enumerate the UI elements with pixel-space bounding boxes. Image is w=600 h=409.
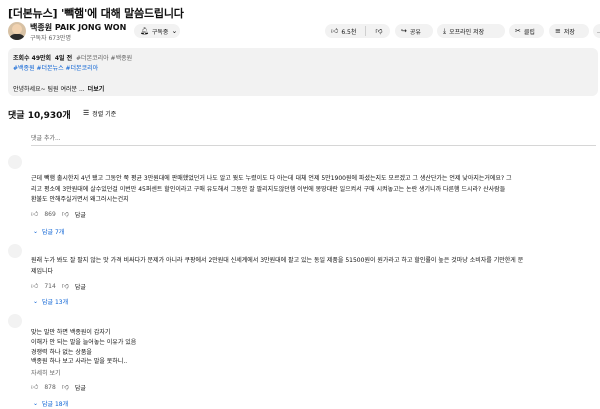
more-actions-button[interactable]: …: [593, 24, 600, 38]
comment-text: 근데 빽햄 출시한지 4년 됐고 그동안 쭉 평균 3만원대에 판매했었던거 나…: [31, 174, 591, 206]
thumbs-down-icon[interactable]: 👎︎: [62, 384, 69, 391]
playlist-add-icon: ≡: [555, 26, 561, 35]
replies-label: 답글 18개: [42, 401, 69, 408]
upload-age: 4일 전: [54, 55, 73, 62]
replies-label: 답글 13개: [42, 299, 69, 306]
thumbs-down-icon[interactable]: 👎︎: [62, 283, 69, 290]
chevron-down-icon: ⌄: [33, 400, 39, 407]
see-more-link[interactable]: 자세히 보기: [31, 368, 61, 377]
reply-button[interactable]: 답글: [75, 383, 86, 392]
comment-actions: 👍︎ 714 👎︎ 답글: [31, 282, 86, 292]
share-button[interactable]: ↪ 공유: [395, 24, 433, 38]
replies-label: 답글 7개: [42, 229, 65, 236]
comment-text: 맞는 말만 하면 백종원이 갑자기 이해가 안 되는 말을 늘어놓는 이유가 있…: [31, 328, 591, 367]
view-replies-button[interactable]: ⌄ 답글 13개: [33, 297, 68, 306]
video-title: [더본뉴스] '빽햄'에 대해 말씀드립니다: [8, 7, 184, 20]
like-count: 6.5천: [341, 28, 357, 36]
thumbs-down-icon: 👎︎: [375, 26, 383, 35]
comment-count: 댓글 10,930개: [8, 111, 71, 121]
comment-avatar[interactable]: [8, 155, 22, 169]
thumbs-up-icon: 👍︎: [331, 26, 339, 35]
comment-line: 이해가 안 되는 말을 늘어놓는 이유가 있음: [31, 338, 137, 346]
comment-actions: 👍︎ 878 👎︎ 답글: [31, 383, 86, 393]
sort-button[interactable]: ☰ 정렬 기준: [83, 109, 117, 119]
save-button[interactable]: ≡ 저장: [549, 24, 589, 38]
chevron-down-icon: ⌄: [33, 298, 39, 305]
like-divider: [365, 26, 367, 36]
offline-label: 오프라인 저장: [449, 28, 485, 36]
offline-save-button[interactable]: ⤓ 오프라인 저장: [437, 24, 505, 38]
comment-avatar[interactable]: [8, 314, 22, 328]
description-text: 안녕하세요~ 팀원 여러분 ... 더보기: [13, 84, 104, 93]
subscribe-button[interactable]: 🔔︎ 구독중 ⌄: [134, 24, 180, 38]
add-comment-input[interactable]: 댓글 추가...: [31, 133, 596, 146]
comment-text: 원래 누가 봐도 잘 팔지 않는 맛 가격 비싸다가 문제가 아니라 쿠팡에서 …: [31, 256, 591, 277]
comment-actions: 👍︎ 869 👎︎ 답글: [31, 210, 86, 220]
channel-name[interactable]: 백종원 PAIK JONG WON: [30, 22, 126, 33]
comment-line: 근데 빽햄 출시한지 4년 됐고 그동안 쭉 평균 3만원대에 판매했었던거 나…: [31, 175, 512, 182]
comment-avatar[interactable]: [8, 244, 22, 258]
show-more-link[interactable]: 더보기: [88, 86, 105, 93]
comment-like-count: 869: [44, 211, 56, 218]
clip-label: 클립: [523, 28, 535, 36]
thumbs-up-icon[interactable]: 👍︎: [31, 211, 38, 218]
subscribe-label: 구독중: [151, 28, 169, 36]
comment-line: 경쟁력 하나 없는 상품을: [31, 348, 92, 356]
reply-button[interactable]: 답글: [75, 210, 86, 219]
channel-avatar[interactable]: [8, 22, 26, 40]
sort-label: 정렬 기준: [92, 111, 117, 118]
like-dislike-group: 👍︎ 6.5천 👎︎: [325, 24, 390, 38]
comment-line: 원래 누가 봐도 잘 팔지 않는 맛 가격 비싸다가 문제가 아니라 쿠팡에서 …: [31, 257, 524, 264]
comment-line: 제입니다: [31, 267, 54, 275]
sort-icon: ☰: [83, 109, 90, 117]
like-button[interactable]: 👍︎ 6.5천: [325, 24, 362, 38]
share-label: 공유: [409, 28, 421, 36]
comment-like-count: 878: [44, 384, 56, 391]
chevron-down-icon: ⌄: [33, 228, 39, 235]
save-label: 저장: [563, 28, 575, 36]
scissors-icon: ✂: [515, 26, 521, 35]
inline-tags: #더본코리아 #백종원: [76, 55, 133, 62]
view-count: 조회수 49만회: [13, 55, 52, 62]
thumbs-up-icon[interactable]: 👍︎: [31, 283, 38, 290]
bell-icon: 🔔︎: [140, 26, 149, 35]
description-snippet: 안녕하세요~ 팀원 여러분 ...: [13, 86, 85, 93]
description-hashtags[interactable]: #백종원 #더본뉴스 #더본코리아: [13, 63, 98, 72]
dislike-button[interactable]: 👎︎: [369, 24, 388, 38]
share-icon: ↪: [401, 26, 407, 35]
comment-line: 리고 평소에 3만원대에 살수있던걸 이번만 45퍼센트 할인이라고 구매 유도…: [31, 185, 506, 193]
thumbs-down-icon[interactable]: 👎︎: [62, 211, 69, 218]
clip-button[interactable]: ✂ 클립: [509, 24, 544, 38]
subscriber-count: 구독자 673만명: [30, 35, 71, 42]
view-replies-button[interactable]: ⌄ 답글 7개: [33, 227, 64, 236]
comment-line: 백종원 하나 보고 사라는 말을 못하니..: [31, 358, 128, 366]
chevron-down-icon: ⌄: [171, 26, 178, 35]
thumbs-up-icon[interactable]: 👍︎: [31, 384, 38, 391]
comment-line: 환불도 안해주실거면서 왜그러시는건지: [31, 196, 129, 203]
comment-like-count: 714: [44, 283, 56, 290]
video-meta: 조회수 49만회 4일 전 #더본코리아 #백종원: [13, 53, 132, 62]
view-replies-button[interactable]: ⌄ 답글 18개: [33, 399, 68, 408]
reply-button[interactable]: 답글: [75, 282, 86, 291]
comment-line: 맞는 말만 하면 백종원이 갑자기: [31, 329, 111, 336]
download-icon: ⤓: [443, 26, 447, 35]
